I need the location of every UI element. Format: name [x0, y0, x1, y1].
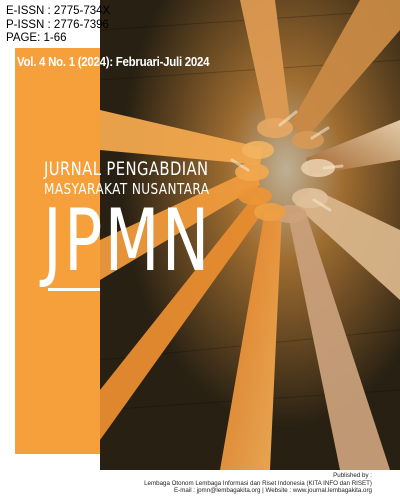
publisher-contact: E-mail : jpmn@lembagakita.org | Website … — [174, 487, 372, 495]
acronym-underline — [48, 288, 100, 291]
pissn: P-ISSN : 2776-7396 — [6, 18, 109, 31]
volume-label: Vol. 4 No. 1 (2024): Februari-Juli 2024 — [17, 55, 210, 69]
publisher-org: Lembaga Otonom Lembaga Informasi dan Ris… — [144, 479, 372, 487]
journal-cover: E-ISSN : 2775-734X P-ISSN : 2776-7396 PA… — [0, 0, 400, 503]
publisher-label: Published by : — [333, 472, 372, 479]
journal-acronym: JPMN — [43, 191, 212, 291]
journal-title-line1: JURNAL PENGABDIAN — [44, 158, 209, 180]
page-range: PAGE: 1-66 — [6, 32, 67, 44]
publisher-block: Published by : Lembaga Otonom Lembaga In… — [144, 472, 372, 495]
issn-block: E-ISSN : 2775-734X P-ISSN : 2776-7396 PA… — [6, 5, 110, 46]
eissn: E-ISSN : 2775-734X — [6, 5, 111, 17]
